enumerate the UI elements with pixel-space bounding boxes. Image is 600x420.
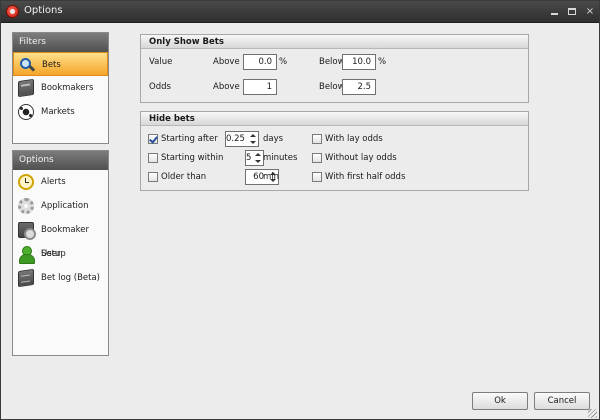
percent-sign: % bbox=[378, 57, 387, 67]
maximize-button[interactable] bbox=[565, 5, 579, 18]
checkbox-label: Older than bbox=[161, 172, 207, 182]
filters-nav: Filters Bets Bookmakers Markets bbox=[12, 32, 109, 144]
title-bar[interactable]: Options × bbox=[1, 1, 599, 23]
gear-icon bbox=[18, 198, 34, 214]
nav-item-user[interactable]: User bbox=[13, 242, 108, 266]
ok-button[interactable]: Ok bbox=[472, 392, 528, 410]
nav-item-label: Bet log (Beta) bbox=[41, 273, 100, 283]
odds-below-label: Below bbox=[319, 82, 345, 92]
checkbox-box bbox=[312, 153, 322, 163]
odds-above-label: Above bbox=[213, 82, 240, 92]
spinner-value: 0.25 bbox=[226, 134, 245, 144]
percent-sign: % bbox=[279, 57, 288, 67]
odds-below-input[interactable]: 2.5 bbox=[342, 79, 376, 95]
checkbox-box bbox=[148, 153, 158, 163]
nav-item-alerts[interactable]: Alerts bbox=[13, 170, 108, 194]
nav-item-markets[interactable]: Markets bbox=[13, 100, 108, 124]
value-below-input[interactable]: 10.0 bbox=[342, 54, 376, 70]
hide-bets-group: Hide bets Starting after 0.25 days Start… bbox=[140, 111, 529, 191]
without-lay-odds-checkbox[interactable]: Without lay odds bbox=[312, 152, 397, 164]
search-icon bbox=[19, 57, 36, 73]
book-settings-icon bbox=[18, 222, 36, 240]
app-logo-icon bbox=[6, 5, 19, 18]
maximize-icon bbox=[568, 8, 576, 15]
minimize-button[interactable] bbox=[547, 5, 561, 18]
checkbox-box bbox=[148, 172, 158, 182]
starting-after-checkbox[interactable]: Starting after bbox=[148, 133, 218, 145]
nav-item-bookmaker-setup[interactable]: Bookmaker Setup bbox=[13, 218, 108, 259]
user-icon bbox=[18, 246, 35, 264]
unit-label: minutes bbox=[263, 153, 298, 163]
cancel-button[interactable]: Cancel bbox=[534, 392, 590, 410]
nav-item-application[interactable]: Application bbox=[13, 194, 108, 218]
nav-item-label: Bookmakers bbox=[41, 83, 94, 93]
nav-item-bookmakers[interactable]: Bookmakers bbox=[13, 76, 108, 100]
value-above-label: Above bbox=[213, 57, 240, 67]
odds-above-input[interactable]: 1 bbox=[243, 79, 277, 95]
filters-header: Filters bbox=[13, 33, 108, 52]
nav-item-label: Application bbox=[41, 201, 89, 211]
checkbox-label: With lay odds bbox=[325, 134, 383, 144]
nav-item-label: Markets bbox=[41, 107, 75, 117]
options-header: Options bbox=[13, 151, 108, 170]
spinner-arrows-icon[interactable] bbox=[248, 132, 258, 146]
checkbox-label: Starting within bbox=[161, 153, 224, 163]
nav-item-bets[interactable]: Bets bbox=[13, 52, 108, 76]
with-lay-odds-checkbox[interactable]: With lay odds bbox=[312, 133, 383, 145]
value-label: Value bbox=[149, 57, 173, 67]
nav-item-bet-log[interactable]: Bet log (Beta) bbox=[13, 266, 108, 290]
group-header: Only Show Bets bbox=[141, 35, 528, 49]
checkbox-box bbox=[312, 134, 322, 144]
starting-within-spinner[interactable]: 5 bbox=[245, 150, 264, 166]
checkbox-label: Starting after bbox=[161, 134, 218, 144]
nav-item-label: User bbox=[41, 249, 61, 259]
spinner-value: 5 bbox=[246, 153, 252, 163]
unit-label: min bbox=[263, 172, 280, 182]
close-button[interactable]: × bbox=[583, 5, 597, 18]
unit-label: days bbox=[263, 134, 284, 144]
starting-within-checkbox[interactable]: Starting within bbox=[148, 152, 223, 164]
spinner-arrows-icon[interactable] bbox=[253, 151, 263, 165]
group-header: Hide bets bbox=[141, 112, 528, 126]
checkbox-box bbox=[148, 134, 158, 144]
resize-grip-icon[interactable] bbox=[588, 409, 597, 418]
nav-item-label: Alerts bbox=[41, 177, 66, 187]
checkbox-box bbox=[312, 172, 322, 182]
alarm-clock-icon bbox=[18, 174, 34, 190]
nav-item-label: Bets bbox=[42, 60, 61, 70]
with-first-half-odds-checkbox[interactable]: With first half odds bbox=[312, 171, 405, 183]
older-than-checkbox[interactable]: Older than bbox=[148, 171, 206, 183]
soccer-ball-icon bbox=[18, 104, 34, 120]
checkbox-label: With first half odds bbox=[325, 172, 406, 182]
close-icon: × bbox=[585, 6, 595, 17]
options-window: Options × Filters Bets Bookmakers Market… bbox=[0, 0, 600, 420]
checkbox-label: Without lay odds bbox=[325, 153, 397, 163]
book-icon bbox=[18, 78, 34, 98]
minimize-icon bbox=[550, 13, 558, 15]
only-show-bets-group: Only Show Bets Value Above 0.0 % Below 1… bbox=[140, 34, 529, 103]
options-nav: Options Alerts Application Bookmaker Set… bbox=[12, 150, 109, 356]
log-book-icon bbox=[18, 268, 34, 288]
window-title: Options bbox=[24, 5, 63, 16]
odds-label: Odds bbox=[149, 82, 171, 92]
starting-after-spinner[interactable]: 0.25 bbox=[225, 131, 259, 147]
value-below-label: Below bbox=[319, 57, 345, 67]
value-above-input[interactable]: 0.0 bbox=[243, 54, 277, 70]
